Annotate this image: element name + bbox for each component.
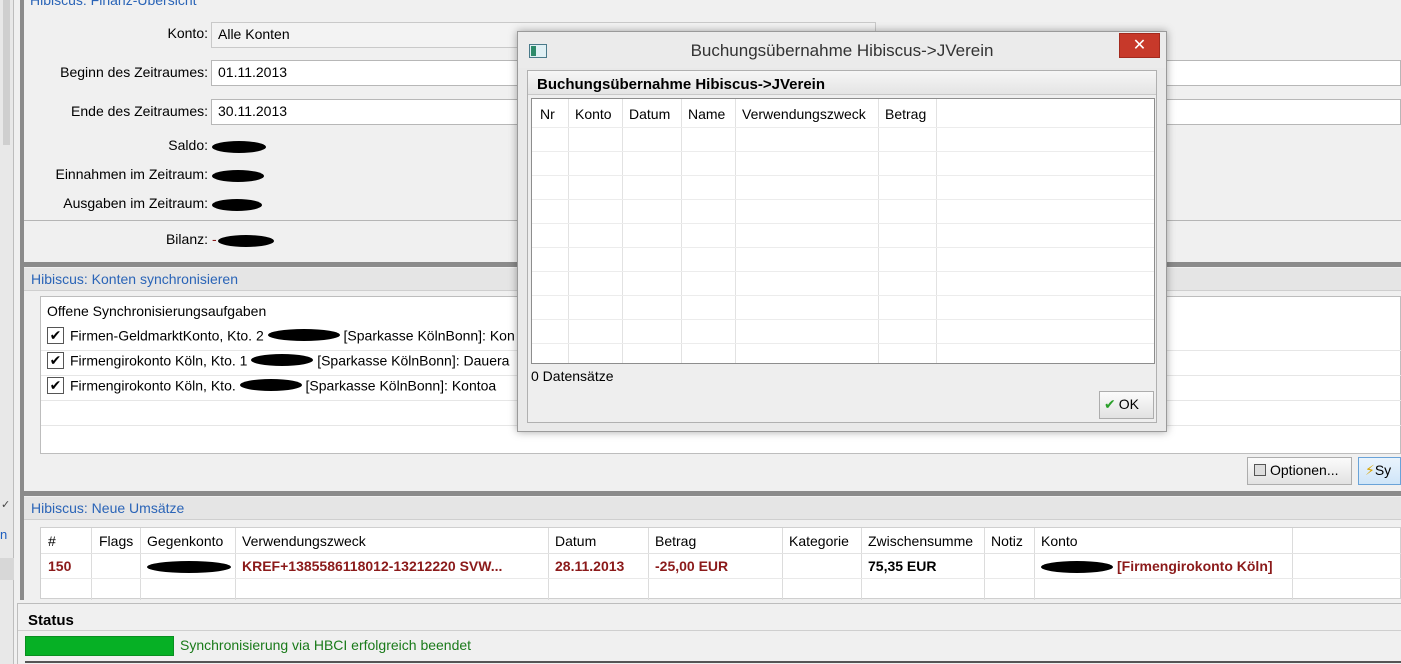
- column-header[interactable]: Flags: [99, 533, 133, 549]
- beginn-date-value: 01.11.2013: [218, 64, 288, 80]
- account-number-redacted: [267, 329, 340, 342]
- column-header[interactable]: Datum: [629, 106, 670, 122]
- cell-betrag: -25,00 EUR: [655, 558, 729, 574]
- konto-number-redacted: [1041, 561, 1113, 573]
- task-label-prefix: Firmengirokonto Köln, Kto. 1: [70, 352, 248, 369]
- status-title: Status: [28, 612, 74, 629]
- task-label-prefix: Firmen-GeldmarktKonto, Kto. 2: [70, 327, 264, 344]
- ausgaben-label: Ausgaben im Zeitraum:: [63, 195, 208, 211]
- bilanz-value-redacted: [218, 235, 274, 247]
- umsaetze-table[interactable]: # Flags Gegenkonto Verwendungszweck Datu…: [40, 527, 1401, 600]
- ende-label: Ende des Zeitraumes:: [71, 103, 208, 119]
- buchungsuebernahme-dialog: Buchungsübernahme Hibiscus->JVerein ✕ Bu…: [517, 31, 1167, 432]
- synchronize-button-label: Sy: [1374, 462, 1392, 478]
- task-label-suffix: [Sparkasse KölnBonn]: Kon: [343, 327, 515, 344]
- column-header[interactable]: Notiz: [991, 533, 1023, 549]
- close-button[interactable]: ✕: [1119, 33, 1160, 58]
- cell-verwendungszweck: KREF+1385586118012-13212220 SVW...: [242, 558, 503, 574]
- einnahmen-value-redacted: [212, 170, 264, 182]
- progress-bar: [25, 636, 174, 656]
- panel-title-umsaetze: Hibiscus: Neue Umsätze: [24, 497, 1401, 520]
- konto-select-value: Alle Konten: [218, 26, 290, 42]
- column-header[interactable]: Kategorie: [789, 533, 849, 549]
- column-header[interactable]: Nr: [540, 106, 555, 122]
- left-navigation-strip: ✓ n: [0, 0, 14, 664]
- konto-label: Konto:: [167, 25, 208, 41]
- column-header[interactable]: Name: [688, 106, 725, 122]
- buchungen-table[interactable]: Nr Konto Datum Name Verwendungszweck Bet…: [531, 98, 1155, 364]
- ok-button-label: OK: [1118, 396, 1139, 412]
- cell-konto: [Firmengirokonto Köln]: [1117, 558, 1273, 574]
- task-label-prefix: Firmengirokonto Köln, Kto.: [70, 377, 236, 394]
- sync-icon: ⚡: [1365, 462, 1375, 478]
- cell-nr: 150: [48, 558, 72, 574]
- saldo-value-redacted: [212, 141, 266, 153]
- task-checkbox[interactable]: ✔: [47, 376, 64, 394]
- column-header[interactable]: Konto: [1041, 533, 1078, 549]
- check-icon: ✔: [1104, 396, 1116, 412]
- panel-title-overview: Hibiscus: Finanz-Übersicht: [30, 0, 197, 8]
- record-count: 0 Datensätze: [531, 368, 614, 384]
- gegenkonto-redacted: [147, 561, 231, 573]
- cell-zwischensumme: 75,35 EUR: [868, 558, 937, 574]
- status-panel: Status Synchronisierung via HBCI erfolgr…: [17, 603, 1401, 664]
- column-header[interactable]: Datum: [555, 533, 596, 549]
- close-icon: ✕: [1132, 37, 1147, 54]
- status-message: Synchronisierung via HBCI erfolgreich be…: [180, 637, 472, 653]
- bilanz-sign: -: [212, 231, 217, 247]
- dialog-titlebar[interactable]: Buchungsübernahme Hibiscus->JVerein ✕: [518, 32, 1166, 68]
- column-header[interactable]: Zwischensumme: [868, 533, 973, 549]
- task-checkbox[interactable]: ✔: [47, 351, 64, 369]
- check-icon: ✓: [1, 499, 11, 511]
- cell-datum: 28.11.2013: [555, 558, 625, 574]
- dialog-group-title: Buchungsübernahme Hibiscus->JVerein: [528, 71, 1156, 95]
- dialog-title: Buchungsübernahme Hibiscus->JVerein: [690, 41, 994, 60]
- column-header[interactable]: Verwendungszweck: [242, 533, 366, 549]
- task-checkbox[interactable]: ✔: [47, 326, 64, 344]
- status-bottom-border: [25, 661, 1401, 663]
- options-icon: [1254, 464, 1266, 476]
- ausgaben-value-redacted: [212, 199, 262, 211]
- account-number-redacted: [251, 354, 314, 367]
- ok-button[interactable]: ✔ OK: [1099, 391, 1154, 419]
- bilanz-label: Bilanz:: [165, 231, 208, 247]
- sync-group-title: Offene Synchronisierungsaufgaben: [47, 303, 267, 319]
- saldo-label: Saldo:: [168, 137, 208, 153]
- panel-divider[interactable]: [24, 491, 1401, 496]
- column-header[interactable]: Betrag: [655, 533, 696, 549]
- options-button-label: Optionen...: [1270, 462, 1339, 478]
- navigation-link[interactable]: n: [0, 527, 7, 542]
- task-label-suffix: [Sparkasse KölnBonn]: Dauera: [317, 352, 510, 369]
- account-number-redacted: [239, 379, 302, 392]
- side-bar-element: [0, 558, 14, 580]
- status-separator: [18, 630, 1401, 631]
- column-header[interactable]: Verwendungszweck: [742, 106, 866, 122]
- options-button[interactable]: Optionen...: [1247, 457, 1352, 485]
- task-label-suffix: [Sparkasse KölnBonn]: Kontoa: [305, 377, 497, 394]
- column-header[interactable]: Betrag: [885, 106, 926, 122]
- column-header[interactable]: Konto: [575, 106, 612, 122]
- ende-date-value: 30.11.2013: [218, 103, 288, 119]
- einnahmen-label: Einnahmen im Zeitraum:: [55, 166, 208, 182]
- beginn-label: Beginn des Zeitraumes:: [60, 64, 208, 80]
- column-header[interactable]: #: [48, 533, 56, 549]
- column-header[interactable]: Gegenkonto: [147, 533, 223, 549]
- scrollbar-thumb[interactable]: [3, 0, 10, 145]
- dialog-group: Buchungsübernahme Hibiscus->JVerein Nr K…: [527, 70, 1157, 423]
- synchronize-button[interactable]: ⚡Sy: [1358, 457, 1401, 485]
